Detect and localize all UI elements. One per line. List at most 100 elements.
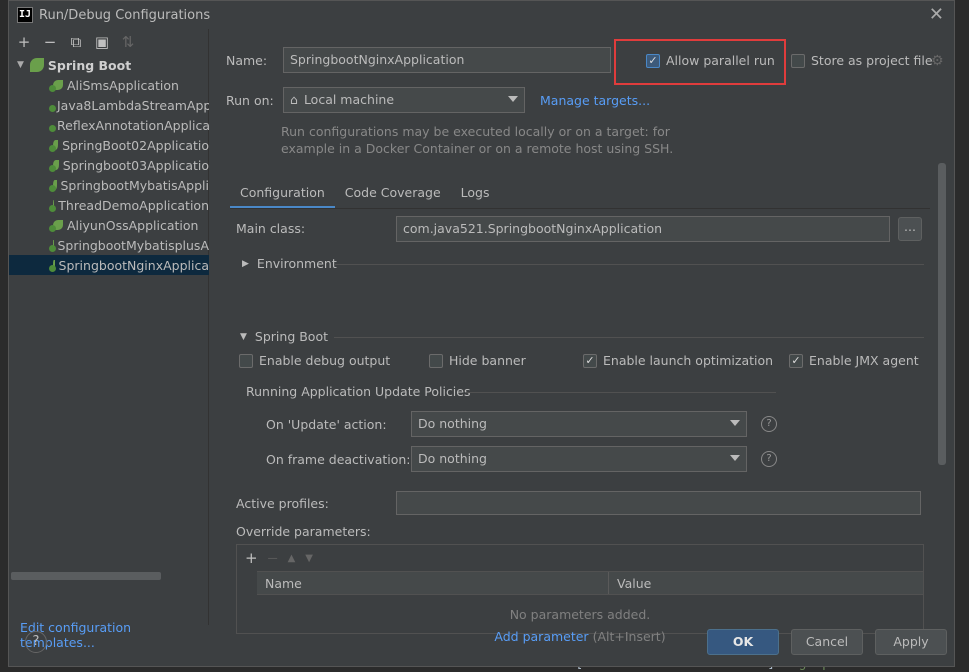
tree-item[interactable]: ReflexAnnotationApplica <box>9 115 209 135</box>
close-icon[interactable]: ✕ <box>929 4 944 25</box>
apply-button[interactable]: Apply <box>875 629 947 655</box>
tab-logs[interactable]: Logs <box>451 179 500 209</box>
chevron-down-icon: ▼ <box>17 60 24 70</box>
tree-group-spring-boot[interactable]: ▼ Spring Boot <box>9 55 209 75</box>
run-badge-icon <box>49 185 56 192</box>
tree-item-label: SpringbootMybatisplusA <box>57 237 209 253</box>
column-header-value[interactable]: Value <box>609 572 659 594</box>
browse-button[interactable]: ... <box>898 217 922 241</box>
spring-boot-run-icon <box>49 160 59 172</box>
gear-icon[interactable]: ⚙ <box>931 53 944 69</box>
section-divider <box>334 264 924 265</box>
run-badge-icon <box>49 105 56 112</box>
chevron-right-icon: ▶ <box>242 258 249 269</box>
column-header-name[interactable]: Name <box>257 572 609 594</box>
tree-item[interactable]: AliSmsApplication <box>9 75 209 95</box>
add-parameter-shortcut: (Alt+Insert) <box>592 629 666 644</box>
run-badge-icon <box>49 85 56 92</box>
remove-icon[interactable]: − <box>41 33 59 51</box>
spring-boot-section[interactable]: ▼ Spring Boot <box>240 329 328 344</box>
on-update-select[interactable]: Do nothing <box>411 411 747 437</box>
name-label: Name: <box>226 53 268 68</box>
name-field[interactable]: SpringbootNginxApplication <box>283 47 611 73</box>
tree-item-label: Java8LambdaStreamApp <box>57 97 209 113</box>
environment-section[interactable]: ▶ Environment <box>242 256 337 271</box>
spring-boot-run-icon <box>49 220 63 232</box>
spring-boot-run-icon <box>49 140 59 152</box>
tree-item[interactable]: SpringBoot02Applicatio <box>9 135 209 155</box>
spring-boot-run-icon <box>49 260 56 272</box>
params-toolbar: + — ▲ ▼ <box>237 545 923 571</box>
help-icon[interactable]: ? <box>761 416 777 432</box>
main-class-field[interactable]: com.java521.SpringbootNginxApplication <box>396 216 890 242</box>
tree-item[interactable]: SpringbootNginxApplica <box>9 255 209 275</box>
tree-item-label: SpringBoot02Applicatio <box>62 137 209 153</box>
configuration-tab-content: Main class: com.java521.SpringbootNginxA… <box>230 209 932 644</box>
tree-item[interactable]: Java8LambdaStreamApp <box>9 95 209 115</box>
override-parameters-label: Override parameters: <box>236 524 371 539</box>
spring-boot-run-icon <box>49 180 57 192</box>
intellij-app-icon: IJ <box>17 7 33 23</box>
help-button[interactable]: ? <box>25 631 47 653</box>
tree-item[interactable]: SpringbootMybatisplusA <box>9 235 209 255</box>
edit-configuration-templates-link[interactable]: Edit configuration templates... <box>20 620 208 650</box>
tab-configuration[interactable]: Configuration <box>230 179 335 209</box>
override-parameters-table: + — ▲ ▼ Name Value No parameters added. … <box>236 544 924 644</box>
run-badge-icon <box>49 165 56 172</box>
dialog-title: Run/Debug Configurations <box>39 8 211 23</box>
run-badge-icon <box>49 245 56 252</box>
enable-jmx-agent-checkbox[interactable]: ✓ Enable JMX agent <box>789 353 919 368</box>
enable-debug-output-checkbox[interactable]: Enable debug output <box>239 353 390 368</box>
tree-item-label: ThreadDemoApplication <box>58 197 209 213</box>
tree-item-label: ReflexAnnotationApplica <box>57 117 209 133</box>
section-divider <box>334 337 924 338</box>
remove-icon[interactable]: — <box>268 553 278 564</box>
dropdown-arrow-icon <box>730 455 740 461</box>
on-frame-label: On frame deactivation: <box>266 452 411 467</box>
main-class-label: Main class: <box>236 221 306 236</box>
horizontal-scrollbar[interactable] <box>11 572 161 580</box>
cancel-button[interactable]: Cancel <box>791 629 863 655</box>
spring-boot-run-icon <box>49 80 63 92</box>
add-parameter-link[interactable]: Add parameter <box>494 629 588 644</box>
tree-item[interactable]: SpringbootMybatisAppli <box>9 175 209 195</box>
chevron-down-icon: ▼ <box>240 331 247 342</box>
tree-item[interactable]: Springboot03Applicatio <box>9 155 209 175</box>
new-folder-icon[interactable]: ▣ <box>93 33 111 51</box>
section-divider <box>466 392 776 393</box>
checkbox-unchecked-icon <box>239 353 253 368</box>
checkbox-unchecked-icon <box>791 53 805 68</box>
manage-targets-link[interactable]: Manage targets... <box>540 93 650 108</box>
run-on-label: Run on: <box>226 93 274 108</box>
sort-icon[interactable]: ⇅ <box>119 33 137 51</box>
hide-banner-checkbox[interactable]: Hide banner <box>429 353 526 368</box>
help-icon[interactable]: ? <box>761 451 777 467</box>
tab-bar: Configuration Code Coverage Logs <box>230 179 500 209</box>
tree-item-label: AliyunOssApplication <box>67 217 199 233</box>
run-badge-icon <box>49 145 56 152</box>
arrow-down-icon[interactable]: ▼ <box>305 553 313 564</box>
run-on-select[interactable]: ⌂ Local machine <box>283 87 525 113</box>
tree-item[interactable]: ThreadDemoApplication <box>9 195 209 215</box>
store-as-project-file-checkbox[interactable]: Store as project file <box>791 53 933 68</box>
arrow-up-icon[interactable]: ▲ <box>288 553 296 564</box>
copy-icon[interactable]: ⧉ <box>67 33 85 51</box>
on-update-label: On 'Update' action: <box>266 417 387 432</box>
tab-code-coverage[interactable]: Code Coverage <box>335 179 451 209</box>
home-icon: ⌂ <box>290 92 298 107</box>
sidebar-toolbar: + − ⧉ ▣ ⇅ <box>15 33 137 53</box>
tree-item-label: SpringbootMybatisAppli <box>60 177 210 193</box>
allow-parallel-run-checkbox[interactable]: ✓ Allow parallel run <box>646 53 775 68</box>
active-profiles-label: Active profiles: <box>236 496 329 511</box>
dropdown-arrow-icon <box>730 420 740 426</box>
checkbox-checked-icon: ✓ <box>646 53 660 68</box>
ok-button[interactable]: OK <box>707 629 779 655</box>
add-icon[interactable]: + <box>15 33 33 51</box>
add-icon[interactable]: + <box>245 549 258 567</box>
tree-item[interactable]: AliyunOssApplication <box>9 215 209 235</box>
enable-launch-optimization-checkbox[interactable]: ✓ Enable launch optimization <box>583 353 773 368</box>
vertical-scrollbar[interactable] <box>938 163 946 465</box>
on-frame-select[interactable]: Do nothing <box>411 446 747 472</box>
active-profiles-field[interactable] <box>396 491 921 515</box>
checkbox-checked-icon: ✓ <box>583 353 597 368</box>
